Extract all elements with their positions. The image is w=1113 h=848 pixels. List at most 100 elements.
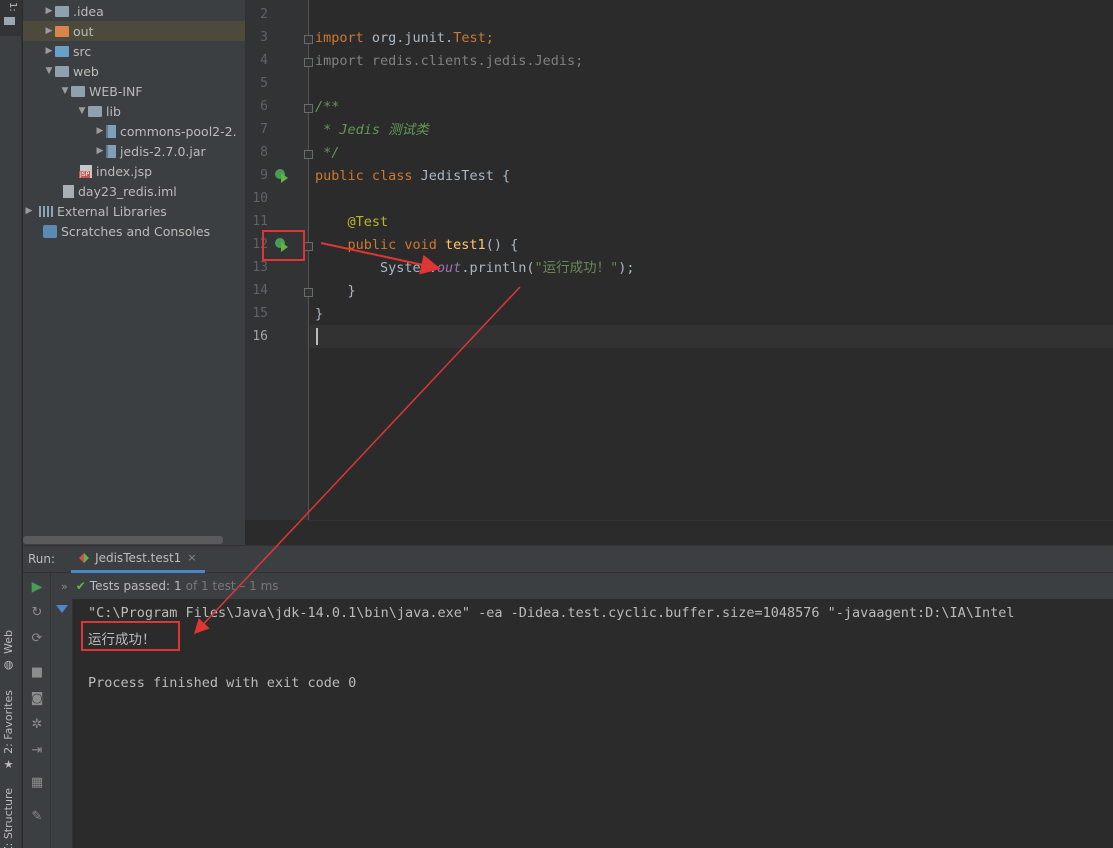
folder-orange-icon xyxy=(55,25,69,37)
web-tab-label: Web xyxy=(2,630,15,654)
line-number: 13 xyxy=(252,260,268,275)
run-tool-window: Run: JedisTest.test1 × ▶ ↻ ⟳ ■ ◙ ✲ ⇥ ▦ ✎… xyxy=(23,545,1113,848)
expand-arrow-icon[interactable]: ▶ xyxy=(43,46,55,56)
tree-item-label: .idea xyxy=(73,3,104,19)
fold-marker-icon[interactable] xyxy=(304,104,313,113)
tree-item-label: out xyxy=(73,23,94,39)
tree-item-label: External Libraries xyxy=(57,203,167,219)
fold-marker-icon[interactable] xyxy=(304,150,313,159)
toggle-auto-test-icon[interactable]: ⟳ xyxy=(29,631,45,647)
code-line-8: */ xyxy=(315,145,340,161)
favorites-tab-label: 2: Favorites xyxy=(2,690,15,754)
tree-item-scratches[interactable]: Scratches and Consoles xyxy=(23,221,245,241)
code-line-6: /** xyxy=(315,99,340,115)
rerun-failed-icon[interactable]: ↻ xyxy=(29,605,45,621)
line-number: 16 xyxy=(252,329,268,344)
tests-passed-detail: of 1 test – 1 ms xyxy=(185,579,279,593)
junit-config-icon xyxy=(79,552,90,563)
expand-arrow-icon[interactable]: ▶ xyxy=(43,26,55,36)
test-status-bar: » ✔ Tests passed: 1 of 1 test – 1 ms xyxy=(51,573,1113,599)
line-number: 5 xyxy=(260,76,268,91)
console-output[interactable]: "C:\Program Files\Java\jdk-14.0.1\bin\ja… xyxy=(74,599,1113,848)
libraries-icon xyxy=(39,205,53,217)
tree-item-web[interactable]: ▼ web xyxy=(23,61,245,81)
text-caret xyxy=(316,328,318,345)
close-icon[interactable]: × xyxy=(187,551,196,564)
check-icon: ✔ xyxy=(75,579,86,593)
tree-item-lib[interactable]: ▼ lib xyxy=(23,101,245,121)
fold-marker-icon[interactable] xyxy=(304,242,313,251)
project-folder-icon xyxy=(4,17,15,25)
expand-arrow-icon[interactable]: ▶ xyxy=(94,126,106,136)
run-tab-jedistest-test1[interactable]: JedisTest.test1 × xyxy=(71,545,205,573)
fold-marker-icon[interactable] xyxy=(304,58,313,67)
tree-item-label: day23_redis.iml xyxy=(78,183,177,199)
code-line-12: public void test1() { xyxy=(315,237,519,253)
tree-item-src[interactable]: ▶ src xyxy=(23,41,245,61)
stop-icon[interactable]: ■ xyxy=(29,665,45,681)
tree-item-label: index.jsp xyxy=(96,163,153,179)
line-number: 15 xyxy=(252,306,268,321)
tree-item-external-libraries[interactable]: ▶ External Libraries xyxy=(23,201,245,221)
star-icon: ★ xyxy=(2,757,16,771)
console-line: Process finished with exit code 0 xyxy=(88,675,357,691)
project-tool-tab[interactable]: 1: xyxy=(0,0,22,36)
folder-icon xyxy=(55,5,69,17)
tree-item-label: Scratches and Consoles xyxy=(61,223,211,239)
run-class-gutter-icon[interactable] xyxy=(275,169,289,183)
pin-icon[interactable]: ✎ xyxy=(29,809,45,825)
tree-item-label: lib xyxy=(106,103,121,119)
code-line-7: * Jedis 测试类 xyxy=(315,122,429,138)
settings-icon[interactable]: ✲ xyxy=(29,717,45,733)
folder-web-icon xyxy=(55,65,69,77)
collapse-arrow-icon[interactable]: ▼ xyxy=(59,86,71,96)
code-line-13: System.out.println("运行成功！"); xyxy=(315,260,635,276)
tree-item-idea[interactable]: ▶ .idea xyxy=(23,1,245,21)
camera-icon[interactable]: ◙ xyxy=(29,691,45,707)
jar-icon xyxy=(106,144,116,158)
tree-item-index-jsp[interactable]: index.jsp xyxy=(23,161,245,181)
tree-item-out[interactable]: ▶ out xyxy=(23,21,245,41)
expand-arrow-icon[interactable]: ▶ xyxy=(94,146,106,156)
collapse-arrow-icon[interactable]: ▼ xyxy=(76,106,88,116)
collapse-arrow-icon[interactable]: ▼ xyxy=(43,66,55,76)
line-number: 10 xyxy=(252,191,268,206)
code-line-15: } xyxy=(315,306,324,322)
fold-marker-icon[interactable] xyxy=(304,35,313,44)
tree-item-jedis-jar[interactable]: ▶ jedis-2.7.0.jar xyxy=(23,141,245,161)
fold-marker-icon[interactable] xyxy=(304,288,313,297)
project-horizontal-scrollbar[interactable] xyxy=(23,536,223,544)
line-number: 6 xyxy=(260,99,268,114)
chevron-icon[interactable]: » xyxy=(61,580,68,593)
code-line-14: } xyxy=(315,283,356,299)
tree-item-commons-pool[interactable]: ▶ commons-pool2-2. xyxy=(23,121,245,141)
jsp-file-icon xyxy=(79,164,92,178)
tree-item-iml[interactable]: day23_redis.iml xyxy=(23,181,245,201)
line-number: 4 xyxy=(260,53,268,68)
code-editor[interactable]: 2 3 4 5 6 7 8 9 10 11 12 13 14 15 16 imp… xyxy=(245,0,1113,544)
rerun-icon[interactable]: ▶ xyxy=(29,579,45,595)
folder-icon xyxy=(88,105,102,117)
run-header: Run: JedisTest.test1 × xyxy=(23,545,1113,573)
layout-icon[interactable]: ▦ xyxy=(29,775,45,791)
test-tree-collapsed[interactable] xyxy=(51,599,73,848)
expand-arrow-icon[interactable]: ▶ xyxy=(23,206,35,216)
line-number: 7 xyxy=(260,122,268,137)
tree-item-label: WEB-INF xyxy=(89,83,143,99)
web-tool-tab[interactable]: ◍ Web xyxy=(2,630,16,671)
line-number: 14 xyxy=(252,283,268,298)
tree-item-label: src xyxy=(73,43,92,59)
collapse-triangle-icon[interactable] xyxy=(56,605,68,613)
left-tool-strip: 1: ◍ Web ★ 2: Favorites Z: Structure xyxy=(0,0,22,848)
editor-horizontal-scrollbar[interactable] xyxy=(309,520,1113,544)
run-toolbar: ▶ ↻ ⟳ ■ ◙ ✲ ⇥ ▦ ✎ xyxy=(23,573,51,848)
tests-passed-count: 1 xyxy=(174,579,182,593)
exit-icon[interactable]: ⇥ xyxy=(29,743,45,759)
console-line: "C:\Program Files\Java\jdk-14.0.1\bin\ja… xyxy=(88,605,1015,621)
expand-arrow-icon[interactable]: ▶ xyxy=(43,6,55,16)
tree-item-web-inf[interactable]: ▼ WEB-INF xyxy=(23,81,245,101)
run-label: Run: xyxy=(28,552,56,566)
favorites-tool-tab[interactable]: ★ 2: Favorites xyxy=(2,690,16,771)
structure-tool-tab[interactable]: Z: Structure xyxy=(2,788,15,848)
code-line-4: import redis.clients.jedis.Jedis; xyxy=(315,53,584,69)
